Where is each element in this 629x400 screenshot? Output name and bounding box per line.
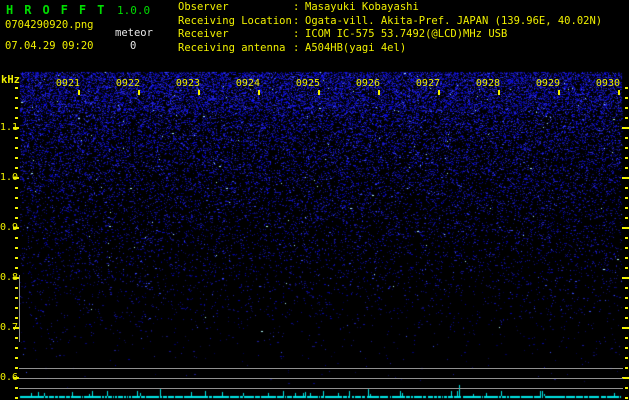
freq-tick-right	[625, 187, 628, 189]
reference-line-2	[19, 378, 623, 379]
freq-tick-label: 1.1	[0, 122, 19, 133]
freq-tick-right	[622, 277, 629, 279]
time-tick-mark	[318, 90, 320, 95]
freq-tick-left	[15, 397, 18, 399]
freq-tick-right	[625, 137, 628, 139]
hrofft-screen: HROFFT 1.0.0 0704290920.png meteor 07.04…	[0, 0, 629, 400]
time-tick-mark	[78, 90, 80, 95]
freq-tick-right	[622, 227, 629, 229]
time-tick-mark	[438, 90, 440, 95]
time-tick-label: 0923	[175, 78, 200, 89]
freq-tick-label: 0.7	[0, 322, 19, 333]
axis-layer: 1.1 1.0 0.9 0.8 0.7 0.6 0921 0922 0923 0924 0925 09…	[0, 0, 629, 400]
freq-tick-right	[625, 247, 628, 249]
time-tick-mark	[258, 90, 260, 95]
freq-tick-right	[625, 257, 628, 259]
time-tick-label: 0926	[355, 78, 380, 89]
time-tick-label: 0927	[415, 78, 440, 89]
freq-tick-right	[625, 217, 628, 219]
freq-tick-left	[13, 227, 19, 229]
time-tick-mark	[558, 90, 560, 95]
freq-tick-left	[15, 237, 18, 239]
freq-tick-label: 1.0	[0, 172, 19, 183]
freq-tick-label: 0.9	[0, 222, 19, 233]
time-tick-label: 0930	[595, 78, 620, 89]
freq-tick-right	[625, 387, 628, 389]
time-tick-label: 0928	[475, 78, 500, 89]
freq-tick-left	[15, 117, 18, 119]
freq-tick-right	[625, 107, 628, 109]
freq-tick-right	[625, 367, 628, 369]
freq-tick-left	[15, 337, 18, 339]
time-tick-label: 0922	[115, 78, 140, 89]
freq-tick-right	[625, 307, 628, 309]
freq-tick-left	[15, 207, 18, 209]
freq-tick-right	[625, 297, 628, 299]
freq-tick-left	[15, 307, 18, 309]
freq-tick-right	[625, 347, 628, 349]
time-tick-label: 0925	[295, 78, 320, 89]
freq-tick-left	[15, 97, 18, 99]
freq-tick-left	[15, 107, 18, 109]
freq-tick-right	[625, 267, 628, 269]
freq-tick-label: 0.8	[0, 272, 19, 283]
freq-tick-left	[15, 297, 18, 299]
time-tick-mark	[498, 90, 500, 95]
reference-line-3	[19, 388, 623, 389]
freq-tick-right	[625, 237, 628, 239]
freq-tick-right	[625, 117, 628, 119]
freq-tick-right	[625, 147, 628, 149]
freq-tick-left	[15, 217, 18, 219]
freq-tick-right	[625, 357, 628, 359]
freq-tick-right	[625, 157, 628, 159]
freq-tick-left	[15, 157, 18, 159]
time-tick-mark	[198, 90, 200, 95]
freq-tick-right	[625, 197, 628, 199]
freq-tick-left	[15, 367, 18, 369]
freq-tick-left	[15, 137, 18, 139]
freq-tick-left	[13, 127, 19, 129]
freq-tick-right	[625, 97, 628, 99]
freq-tick-left	[15, 197, 18, 199]
freq-tick-right	[622, 127, 629, 129]
freq-tick-left	[15, 387, 18, 389]
time-tick-label: 0924	[235, 78, 260, 89]
freq-tick-right	[622, 327, 629, 329]
freq-tick-left	[15, 147, 18, 149]
freq-tick-right	[622, 177, 629, 179]
time-tick-label: 0929	[535, 78, 560, 89]
freq-tick-right	[625, 317, 628, 319]
freq-tick-right	[625, 207, 628, 209]
freq-tick-left	[15, 87, 18, 89]
freq-tick-left	[15, 187, 18, 189]
freq-tick-right	[622, 377, 629, 379]
freq-tick-label: 0.6	[0, 372, 19, 383]
time-tick-mark	[378, 90, 380, 95]
freq-tick-left	[15, 247, 18, 249]
freq-tick-right	[625, 287, 628, 289]
freq-tick-left	[15, 257, 18, 259]
freq-tick-left	[15, 317, 18, 319]
freq-tick-left	[13, 177, 19, 179]
freq-tick-left	[15, 167, 18, 169]
freq-tick-left	[15, 287, 18, 289]
time-tick-label: 0921	[55, 78, 80, 89]
reference-line-1	[19, 368, 623, 369]
time-tick-mark	[138, 90, 140, 95]
freq-tick-left	[15, 357, 18, 359]
time-tick-mark	[618, 90, 620, 95]
overlay-layer: HROFFT 1.0.0 0704290920.png meteor 07.04…	[0, 0, 629, 400]
freq-tick-right	[625, 87, 628, 89]
freq-tick-right	[625, 397, 628, 399]
freq-tick-right	[625, 337, 628, 339]
freq-tick-left	[15, 347, 18, 349]
freq-tick-left	[15, 267, 18, 269]
left-border-line	[19, 275, 20, 342]
freq-tick-right	[625, 167, 628, 169]
